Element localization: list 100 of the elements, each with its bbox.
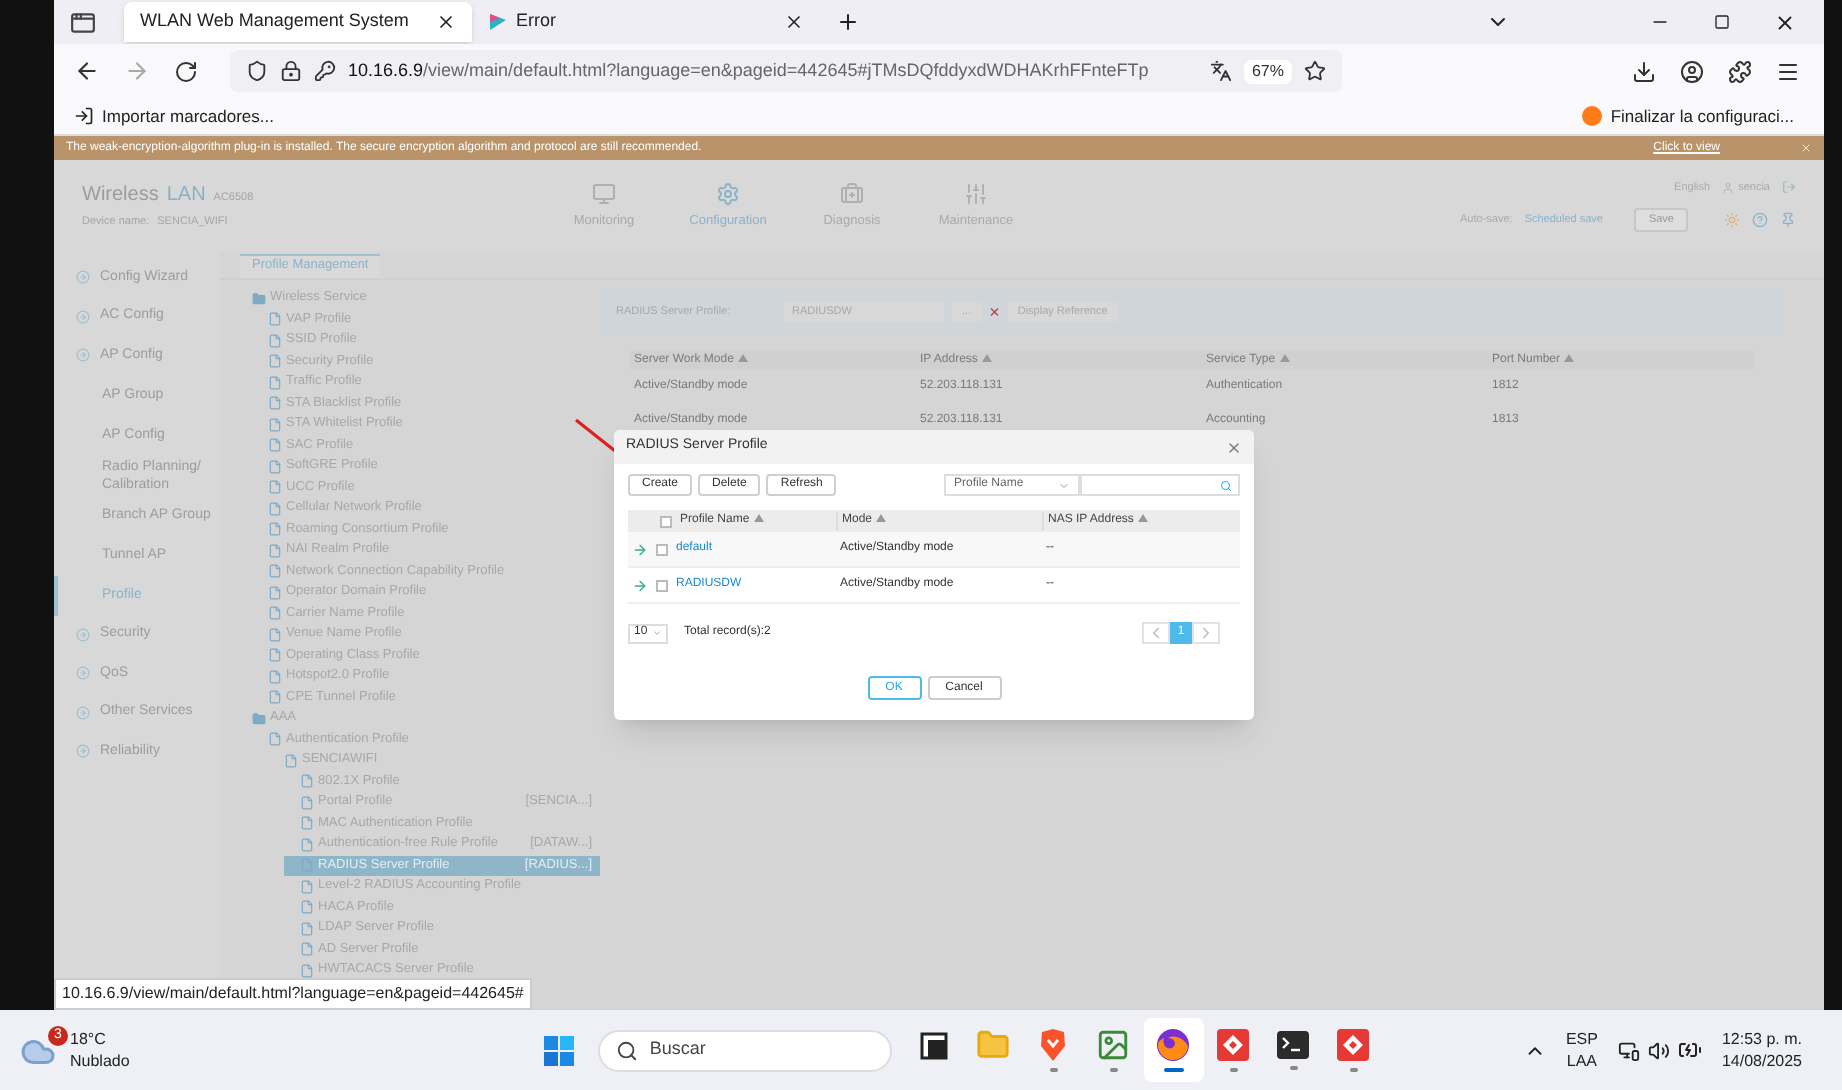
start-icon[interactable] bbox=[543, 1035, 574, 1065]
sort-icon bbox=[1564, 353, 1575, 362]
input-language[interactable]: ESP bbox=[1565, 1028, 1598, 1050]
wing-icon bbox=[488, 12, 508, 32]
section-icon bbox=[76, 705, 90, 720]
file-icon bbox=[268, 459, 282, 474]
maximize-icon[interactable] bbox=[1714, 14, 1730, 30]
file-icon bbox=[300, 921, 314, 936]
section-icon bbox=[76, 270, 90, 285]
menu-icon[interactable] bbox=[1776, 59, 1800, 83]
terminal-icon[interactable] bbox=[1276, 1030, 1311, 1060]
battery-icon[interactable] bbox=[1677, 1038, 1702, 1062]
section-icon bbox=[76, 627, 90, 642]
translate-icon[interactable] bbox=[1209, 60, 1232, 82]
shield-icon[interactable] bbox=[246, 60, 268, 82]
user-icon bbox=[1722, 181, 1735, 194]
url-text: 10.16.6.9/view/main/default.html?language=en&pageid=442645#jTMsDQfddyxdWDHAKrhFFnteFTp bbox=[348, 57, 1151, 84]
file-icon bbox=[300, 816, 314, 831]
monitor-icon bbox=[592, 181, 616, 206]
folder-icon bbox=[252, 291, 266, 306]
file-icon bbox=[268, 312, 282, 327]
brand-title: Wireless bbox=[82, 182, 159, 211]
search-field[interactable]: Buscar bbox=[597, 1029, 892, 1071]
clock-time[interactable]: 12:53 p. m. bbox=[1721, 1028, 1802, 1050]
caret-icon bbox=[1058, 479, 1070, 491]
tab-list-icon[interactable] bbox=[70, 9, 96, 35]
fox-globe-icon[interactable] bbox=[1156, 1028, 1191, 1062]
file-icon bbox=[300, 900, 314, 915]
file-icon bbox=[268, 480, 282, 495]
address-bar[interactable]: 10.16.6.9/view/main/default.html?language=en&pageid=442645#jTMsDQfddyxdWDHAKrhFFnteFTp 67% bbox=[230, 50, 1342, 92]
file-icon bbox=[268, 375, 282, 390]
sort-icon bbox=[1279, 353, 1290, 362]
file-icon bbox=[268, 354, 282, 369]
weather-condition: Nublado bbox=[70, 1050, 130, 1072]
key-icon[interactable] bbox=[314, 60, 336, 82]
row-checkbox[interactable] bbox=[656, 543, 668, 555]
file-icon bbox=[300, 858, 314, 873]
section-icon bbox=[76, 309, 90, 324]
import-icon bbox=[74, 106, 94, 126]
file-icon bbox=[268, 396, 282, 411]
clear-button[interactable]: × bbox=[989, 303, 1000, 321]
file-icon bbox=[268, 438, 282, 453]
brand-accent: LAN bbox=[166, 182, 206, 211]
file-icon bbox=[268, 501, 282, 516]
browser-logo-icon bbox=[1582, 106, 1603, 126]
file-icon bbox=[268, 543, 282, 558]
close-icon[interactable] bbox=[784, 12, 804, 32]
volume-icon[interactable] bbox=[1647, 1039, 1670, 1061]
file-icon bbox=[268, 648, 282, 663]
sort-icon bbox=[876, 514, 887, 523]
image-icon[interactable] bbox=[1096, 1028, 1131, 1062]
file-icon bbox=[268, 690, 282, 705]
search-field[interactable] bbox=[1080, 474, 1240, 496]
sort-icon bbox=[737, 353, 748, 362]
row-checkbox[interactable] bbox=[656, 579, 668, 591]
file-icon bbox=[300, 837, 314, 852]
sort-icon bbox=[1137, 514, 1148, 523]
back-icon[interactable] bbox=[74, 58, 100, 84]
windows-stack-icon[interactable] bbox=[919, 1031, 948, 1059]
browser-tab[interactable]: WLAN Web Management System bbox=[124, 2, 472, 42]
file-icon bbox=[300, 942, 314, 957]
sliders-icon bbox=[964, 181, 988, 206]
reload-icon[interactable] bbox=[174, 59, 198, 83]
file-icon bbox=[268, 627, 282, 642]
file-icon bbox=[268, 522, 282, 537]
caret-icon bbox=[652, 628, 662, 638]
sort-icon bbox=[753, 514, 764, 523]
download-icon[interactable] bbox=[1632, 59, 1656, 83]
bookmark-star-icon[interactable] bbox=[1304, 60, 1326, 82]
bookmark-item[interactable]: Importar marcadores... bbox=[102, 103, 274, 129]
browser-tab[interactable]: Error bbox=[472, 2, 820, 42]
file-icon bbox=[300, 879, 314, 894]
temperature: 18°C bbox=[70, 1028, 108, 1050]
setup-link[interactable]: Finalizar la configuraci... bbox=[1610, 103, 1794, 129]
keyboard-layout[interactable]: LAA bbox=[1566, 1050, 1597, 1072]
account-icon[interactable] bbox=[1680, 59, 1704, 83]
select-all-checkbox[interactable] bbox=[660, 515, 672, 527]
zoom-level[interactable]: 67% bbox=[1243, 59, 1292, 83]
close-icon[interactable] bbox=[1774, 11, 1796, 33]
file-icon bbox=[268, 732, 282, 747]
search-icon bbox=[615, 1039, 638, 1061]
cloud-icon[interactable] bbox=[20, 1034, 56, 1070]
lock-icon[interactable] bbox=[280, 60, 302, 82]
section-icon bbox=[76, 348, 90, 363]
taskbar-button[interactable] bbox=[1143, 1018, 1204, 1082]
new-tab-icon[interactable] bbox=[836, 10, 860, 34]
clock-date[interactable]: 14/08/2025 bbox=[1721, 1050, 1802, 1072]
network-icon[interactable] bbox=[1617, 1039, 1640, 1061]
file-icon bbox=[268, 333, 282, 348]
status-link-tooltip: 10.16.6.9/view/main/default.html?language=en&pageid=442645# bbox=[54, 978, 532, 1010]
kit-icon bbox=[840, 181, 864, 206]
file-icon bbox=[268, 417, 282, 432]
close-icon[interactable] bbox=[436, 12, 456, 32]
gear-icon bbox=[716, 181, 740, 206]
file-icon bbox=[300, 963, 314, 978]
arrow-icon[interactable] bbox=[632, 577, 648, 593]
section-icon bbox=[76, 666, 90, 681]
file-icon bbox=[300, 795, 314, 810]
sort-icon bbox=[981, 353, 992, 362]
extensions-icon[interactable] bbox=[1728, 59, 1752, 83]
